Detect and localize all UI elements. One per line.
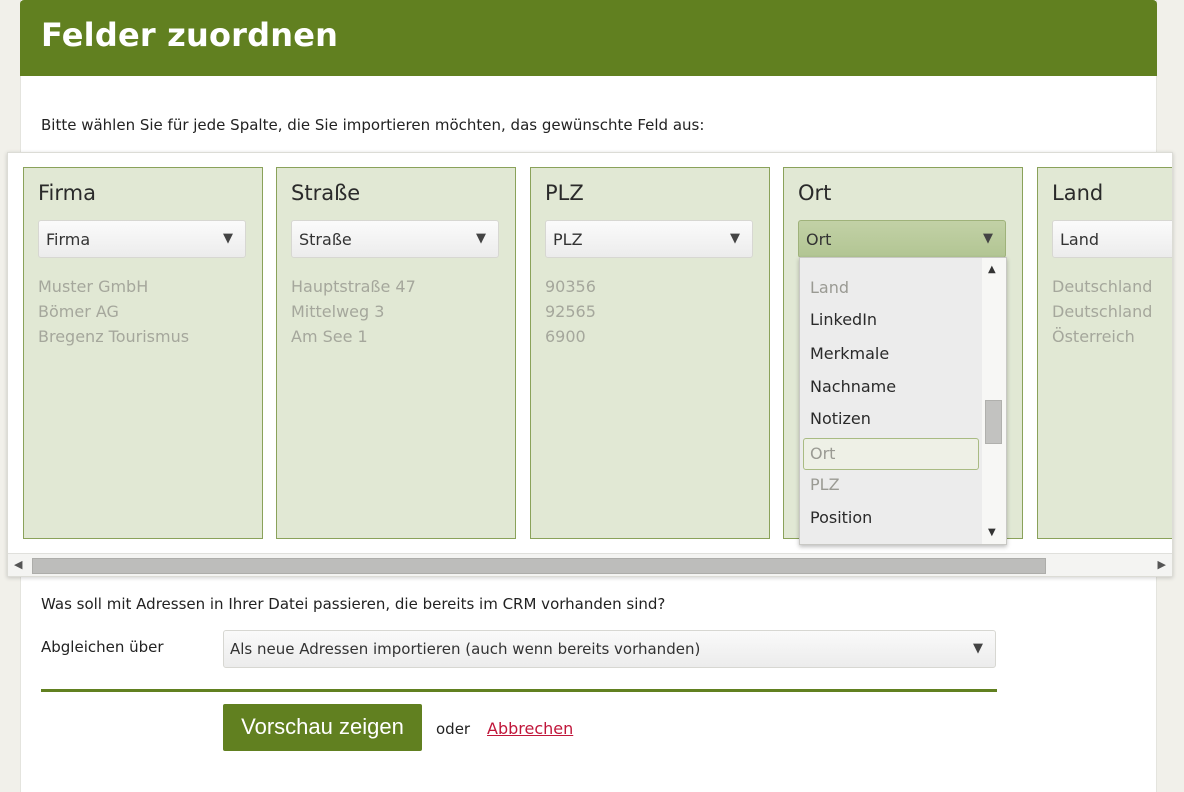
dropdown-scrollbar[interactable]: ▲ ▼	[982, 258, 1006, 544]
sample-value: Deutschland	[1052, 277, 1153, 296]
field-select-land[interactable]: Land ▼	[1052, 220, 1172, 258]
dropdown-option-linkedin[interactable]: LinkedIn	[804, 305, 980, 335]
field-select-value: Straße	[299, 230, 352, 249]
sample-value: 90356	[545, 277, 596, 296]
dropdown-option-ort[interactable]: Ort	[803, 438, 979, 470]
dropdown-option-merkmale[interactable]: Merkmale	[804, 339, 980, 369]
column-strasse: Straße Straße ▼ Hauptstraße 47 Mittelweg…	[276, 167, 516, 539]
column-plz: PLZ PLZ ▼ 90356 92565 6900	[530, 167, 770, 539]
sample-values: Hauptstraße 47 Mittelweg 3 Am See 1	[291, 274, 416, 349]
field-select-value: Firma	[46, 230, 91, 249]
page-title: Felder zuordnen	[41, 16, 339, 54]
column-land: Land Land ▼ Deutschland Deutschland Öste…	[1037, 167, 1172, 539]
match-select-value: Als neue Adressen importieren (auch wenn…	[230, 640, 701, 658]
column-mapping-area: Firma Firma ▼ Muster GmbH Bömer AG Brege…	[7, 152, 1173, 577]
sample-value: Österreich	[1052, 327, 1135, 346]
sample-value: 92565	[545, 302, 596, 321]
field-select-value: Land	[1060, 230, 1100, 249]
cancel-link[interactable]: Abbrechen	[487, 719, 573, 738]
duplicate-question: Was soll mit Adressen in Ihrer Datei pas…	[41, 595, 666, 613]
field-select-plz[interactable]: PLZ ▼	[545, 220, 753, 258]
column-title: PLZ	[545, 181, 584, 205]
sample-values: Muster GmbH Bömer AG Bregenz Tourismus	[38, 274, 189, 349]
intro-text: Bitte wählen Sie für jede Spalte, die Si…	[41, 116, 705, 134]
sample-value: Hauptstraße 47	[291, 277, 416, 296]
column-firma: Firma Firma ▼ Muster GmbH Bömer AG Brege…	[23, 167, 263, 539]
sample-value: Mittelweg 3	[291, 302, 385, 321]
match-label: Abgleichen über	[41, 638, 164, 656]
dropdown-option-notizen[interactable]: Notizen	[804, 404, 980, 434]
or-text: oder	[436, 720, 471, 738]
field-select-strasse[interactable]: Straße ▼	[291, 220, 499, 258]
column-title: Straße	[291, 181, 361, 205]
column-title: Firma	[38, 181, 96, 205]
sample-value: Muster GmbH	[38, 277, 149, 296]
chevron-down-icon: ▼	[730, 231, 740, 246]
dropdown-option-nachname[interactable]: Nachname	[804, 372, 980, 402]
sample-value: Bömer AG	[38, 302, 119, 321]
field-dropdown-list: Land LinkedIn Merkmale Nachname Notizen …	[799, 257, 1007, 545]
divider	[41, 689, 997, 692]
sample-value: Bregenz Tourismus	[38, 327, 190, 346]
dropdown-option-position[interactable]: Position	[804, 503, 980, 533]
dropdown-option-plz[interactable]: PLZ	[804, 470, 980, 500]
page-header: Felder zuordnen	[20, 0, 1157, 76]
dropdown-option-land[interactable]: Land	[804, 273, 980, 303]
preview-button[interactable]: Vorschau zeigen	[223, 704, 422, 751]
sample-values: Deutschland Deutschland Österreich	[1052, 274, 1152, 349]
scroll-down-icon[interactable]: ▼	[988, 527, 996, 538]
sample-values: 90356 92565 6900	[545, 274, 596, 349]
dropdown-scroll-thumb[interactable]	[985, 400, 1002, 444]
sample-value: Am See 1	[291, 327, 368, 346]
horizontal-scrollbar[interactable]: ◀ ▶	[8, 553, 1172, 576]
scroll-right-icon[interactable]: ▶	[1158, 558, 1166, 571]
chevron-down-icon: ▼	[983, 231, 993, 246]
scroll-left-icon[interactable]: ◀	[14, 558, 22, 571]
chevron-down-icon: ▼	[973, 641, 983, 656]
sample-value: 6900	[545, 327, 586, 346]
field-select-value: PLZ	[553, 230, 583, 249]
chevron-down-icon: ▼	[223, 231, 233, 246]
match-select[interactable]: Als neue Adressen importieren (auch wenn…	[223, 630, 996, 668]
column-title: Ort	[798, 181, 832, 205]
field-select-ort[interactable]: Ort ▼	[798, 220, 1006, 258]
column-title: Land	[1052, 181, 1104, 205]
scroll-up-icon[interactable]: ▲	[988, 264, 996, 275]
sample-value: Deutschland	[1052, 302, 1153, 321]
horizontal-scroll-thumb[interactable]	[32, 558, 1046, 574]
field-select-firma[interactable]: Firma ▼	[38, 220, 246, 258]
field-select-value: Ort	[806, 230, 832, 249]
chevron-down-icon: ▼	[476, 231, 486, 246]
